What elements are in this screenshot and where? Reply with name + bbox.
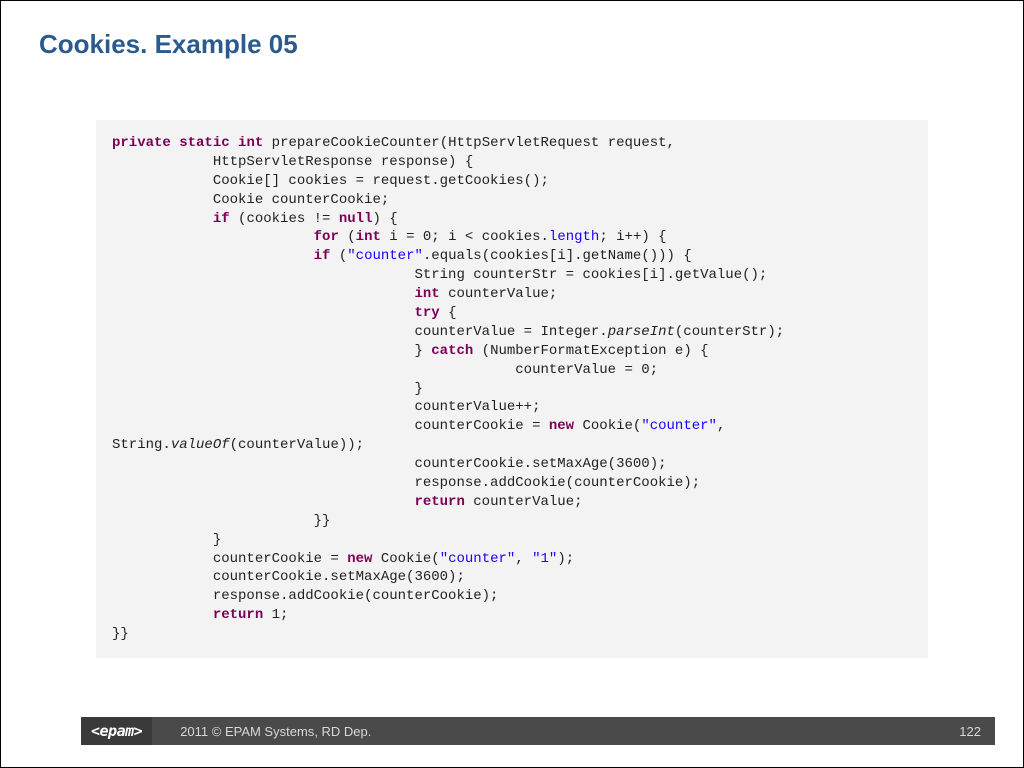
slide-title: Cookies. Example 05: [1, 1, 1023, 60]
slide-footer: <epam> 2011 © EPAM Systems, RD Dep. 122: [81, 717, 995, 745]
footer-copyright: 2011 © EPAM Systems, RD Dep.: [152, 724, 959, 739]
footer-page-number: 122: [959, 724, 995, 739]
epam-logo: <epam>: [81, 717, 152, 745]
code-block: private static int prepareCookieCounter(…: [96, 120, 928, 658]
